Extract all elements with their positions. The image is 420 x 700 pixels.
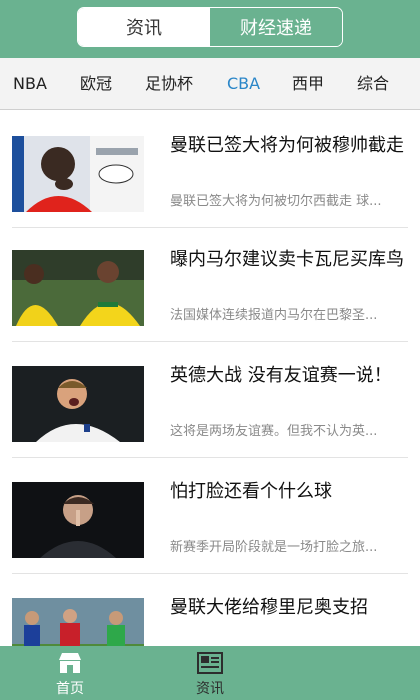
category-tab-nba[interactable]: NBA — [13, 58, 47, 110]
news-item[interactable]: 英德大战 没有友谊赛一说！ 这将是两场友谊赛。但我不认为英... — [12, 348, 408, 458]
news-title: 怕打脸还看个什么球 — [170, 481, 332, 502]
category-nav: NBA 欧冠 足协杯 CBA 西甲 综合 — [0, 58, 420, 110]
news-title: 曼联已签大将为何被穆帅截走 — [170, 135, 404, 156]
segmented-control: 资讯 财经速递 — [77, 7, 343, 47]
segment-news[interactable]: 资讯 — [78, 8, 210, 46]
player-hush-gesture-icon — [12, 482, 144, 558]
home-store-icon — [57, 652, 83, 674]
segment-finance-express[interactable]: 财经速递 — [210, 8, 342, 46]
news-title: 曼联大佬给穆里尼奥支招 — [170, 597, 368, 618]
news-summary: 法国媒体连续报道内马尔在巴黎圣... — [170, 308, 378, 323]
football-players-celebrating-icon — [12, 250, 144, 326]
category-tab-la-liga[interactable]: 西甲 — [292, 58, 324, 110]
category-tab-cba[interactable]: CBA — [227, 58, 260, 110]
england-player-shouting-icon — [12, 366, 144, 442]
tab-news[interactable]: 资讯 — [170, 646, 250, 700]
newspaper-icon — [197, 652, 223, 674]
category-tab-champions-league[interactable]: 欧冠 — [80, 58, 112, 110]
bottom-tab-bar: 首页 资讯 — [0, 646, 420, 700]
tab-news-label: 资讯 — [196, 681, 224, 697]
news-item[interactable]: 曼联已签大将为何被穆帅截走 曼联已签大将为何被切尔西截走 球... — [12, 118, 408, 228]
category-tab-general[interactable]: 综合 — [357, 58, 389, 110]
news-title: 英德大战 没有友谊赛一说！ — [170, 365, 392, 386]
news-title: 曝内马尔建议卖卡瓦尼买库鸟 — [170, 249, 404, 270]
news-summary: 新赛季开局阶段就是一场打脸之旅... — [170, 540, 378, 555]
news-item[interactable]: 怕打脸还看个什么球 新赛季开局阶段就是一场打脸之旅... — [12, 464, 408, 574]
top-header: 资讯 财经速递 — [0, 0, 420, 58]
tab-home-label: 首页 — [56, 681, 84, 697]
news-item[interactable]: 曝内马尔建议卖卡瓦尼买库鸟 法国媒体连续报道内马尔在巴黎圣... — [12, 232, 408, 342]
category-tab-fa-cup[interactable]: 足协杯 — [145, 58, 193, 110]
news-summary: 这将是两场友谊赛。但我不认为英... — [170, 424, 378, 439]
football-player-photo-icon — [12, 136, 144, 212]
news-summary: 曼联已签大将为何被切尔西截走 球... — [170, 194, 382, 209]
tab-home[interactable]: 首页 — [30, 646, 110, 700]
